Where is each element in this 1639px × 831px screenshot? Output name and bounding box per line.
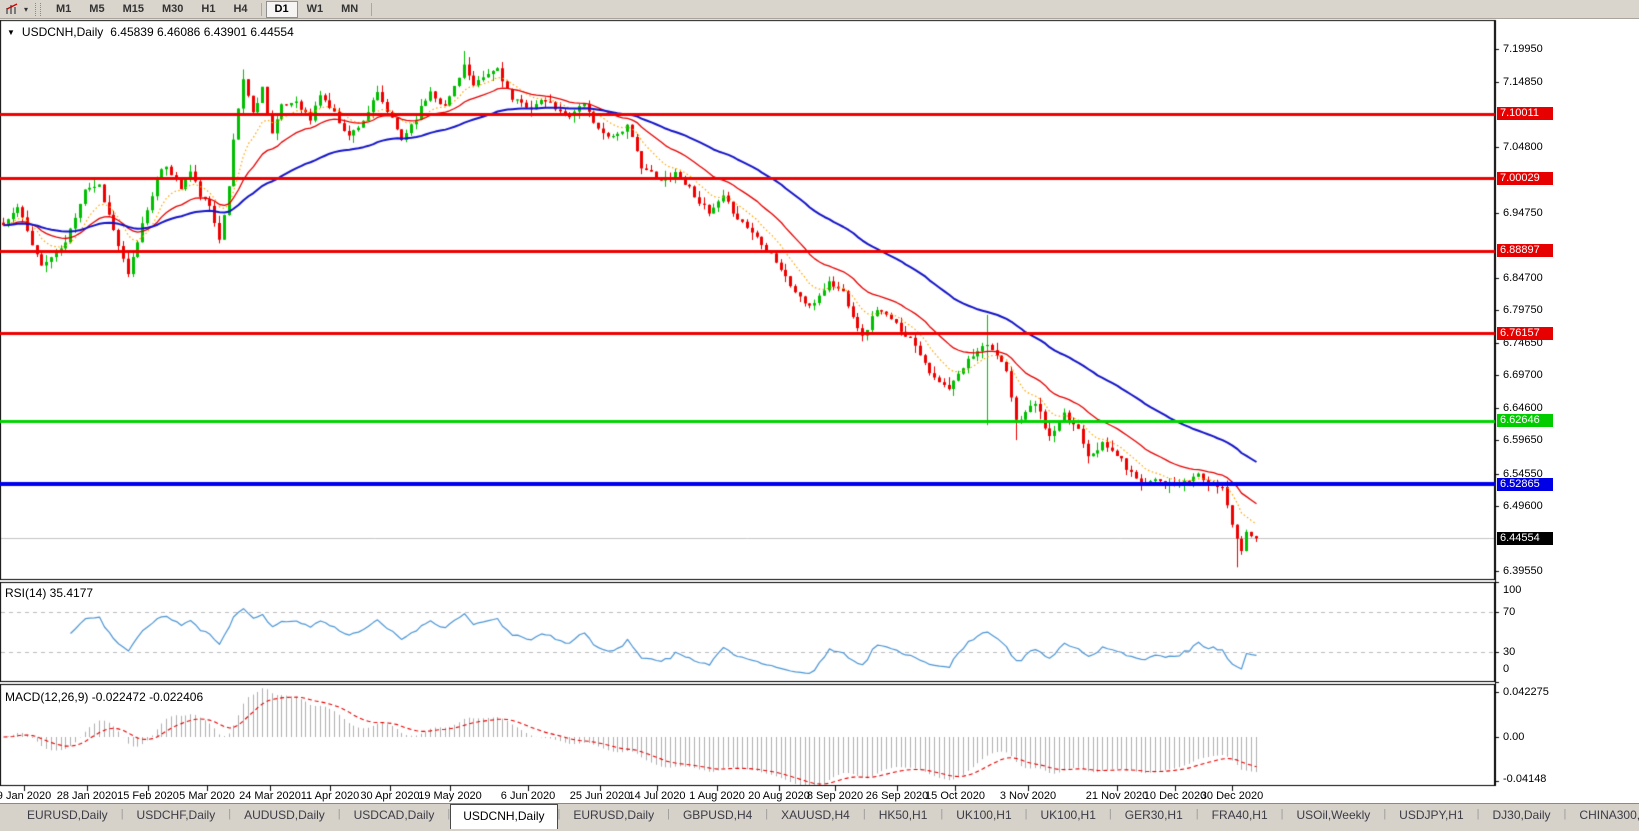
collapse-triangle-icon[interactable]: ▼ xyxy=(7,28,15,37)
tab-eurusd-daily[interactable]: EURUSD,Daily xyxy=(14,804,121,827)
symbol-tab-bar: EURUSD,Daily | USDCHF,Daily | AUDUSD,Daily | U… xyxy=(0,803,1639,831)
tab-usdjpy-h1[interactable]: USDJPY,H1 xyxy=(1386,804,1476,827)
date-axis-label: 24 Mar 2020 xyxy=(239,790,301,802)
price-level-badge: 6.76157 xyxy=(1497,326,1553,340)
rsi-axis-label: 70 xyxy=(1503,606,1516,618)
price-axis-label: 7.04800 xyxy=(1503,141,1543,154)
price-axis-label: 7.14850 xyxy=(1503,76,1543,89)
macd-axis-label: 0.00 xyxy=(1503,731,1525,743)
chart-title: ▼ USDCNH,Daily 6.45839 6.46086 6.43901 6… xyxy=(7,25,294,39)
timeframe-button-d1[interactable]: D1 xyxy=(265,0,298,18)
price-level-badge: 6.62646 xyxy=(1497,414,1553,428)
ohlc-values: 6.45839 6.46086 6.43901 6.44554 xyxy=(110,25,294,39)
symbol-period-label: USDCNH,Daily xyxy=(21,25,104,39)
date-axis-label: 19 May 2020 xyxy=(418,790,482,802)
timeframe-button-m5[interactable]: M5 xyxy=(80,1,113,18)
tab-usdchf-daily[interactable]: USDCHF,Daily xyxy=(124,804,229,827)
tab-usoil-weekly[interactable]: USOil,Weekly xyxy=(1284,804,1384,827)
tab-hk50-h1[interactable]: HK50,H1 xyxy=(866,804,941,827)
tab-fra40-h1[interactable]: FRA40,H1 xyxy=(1199,804,1281,827)
price-level-badge: 6.88897 xyxy=(1497,244,1553,258)
tab-uk100-h1[interactable]: UK100,H1 xyxy=(1028,804,1109,827)
timeframe-button-h4[interactable]: H4 xyxy=(224,1,256,18)
timeframe-button-h1[interactable]: H1 xyxy=(192,1,224,18)
toolbar-grip[interactable] xyxy=(35,2,41,16)
macd-axis-label: -0.04148 xyxy=(1503,773,1547,785)
rsi-indicator-label: RSI(14) 35.4177 xyxy=(5,586,94,600)
rsi-axis-label: 30 xyxy=(1503,646,1516,658)
toolbar-separator xyxy=(260,2,262,16)
macd-indicator-label: MACD(12,26,9) -0.022472 -0.022406 xyxy=(5,690,204,704)
tab-china300-h1[interactable]: CHINA300,H1 xyxy=(1566,804,1639,827)
tab-usdcnh-daily[interactable]: USDCNH,Daily xyxy=(450,804,558,829)
tab-eurusd-daily[interactable]: EURUSD,Daily xyxy=(560,804,667,827)
timeframe-button-m1[interactable]: M1 xyxy=(47,1,80,18)
price-axis-label: 6.39550 xyxy=(1503,564,1543,577)
timeframe-bar: M1 M5 M15 M30 H1 H4 D1 W1 MN xyxy=(47,0,376,18)
tab-xauusd-h4[interactable]: XAUUSD,H4 xyxy=(768,804,863,827)
date-axis-label: 28 Jan 2020 xyxy=(56,790,118,802)
date-axis-label: 14 Jul 2020 xyxy=(628,790,686,802)
rsi-axis-label: 100 xyxy=(1503,584,1522,596)
date-axis-label: 30 Dec 2020 xyxy=(1200,790,1264,802)
timeframe-button-w1[interactable]: W1 xyxy=(298,1,333,18)
tab-ger30-h1[interactable]: GER30,H1 xyxy=(1112,804,1196,827)
price-axis-label: 6.69700 xyxy=(1503,369,1543,382)
price-axis-label: 6.94750 xyxy=(1503,206,1543,219)
date-axis-label: 6 Jun 2020 xyxy=(500,790,556,802)
price-axis-label: 6.64600 xyxy=(1503,402,1543,415)
tab-gbpusd-h4[interactable]: GBPUSD,H4 xyxy=(670,804,765,827)
price-axis-label: 6.49600 xyxy=(1503,499,1543,512)
timeframe-button-m15[interactable]: M15 xyxy=(114,1,153,18)
date-axis-label: 10 Dec 2020 xyxy=(1143,790,1207,802)
date-axis-label: 1 Aug 2020 xyxy=(689,790,745,802)
tab-dj30-daily[interactable]: DJ30,Daily xyxy=(1480,804,1564,827)
date-axis-label: 3 Nov 2020 xyxy=(999,790,1057,802)
toolbar-separator xyxy=(371,2,373,16)
chart-cursor-icon[interactable] xyxy=(3,2,21,16)
mt4-window: ▾ M1 M5 M15 M30 H1 H4 D1 W1 MN ▼ USDCNH,Daily 6.… xyxy=(0,0,1639,831)
date-axis-label: 8 Sep 2020 xyxy=(806,790,864,802)
rsi-axis-label: 0 xyxy=(1503,663,1510,675)
date-axis-label: 11 Apr 2020 xyxy=(300,790,360,802)
date-axis-label: 15 Oct 2020 xyxy=(925,790,985,802)
price-level-badge: 7.00029 xyxy=(1497,171,1553,185)
price-chart-canvas[interactable] xyxy=(0,0,1639,831)
toolbar: ▾ M1 M5 M15 M30 H1 H4 D1 W1 MN xyxy=(0,0,1639,19)
current-price-badge: 6.44554 xyxy=(1497,531,1553,545)
date-axis-label: 5 Mar 2020 xyxy=(179,790,235,802)
tab-audusd-daily[interactable]: AUDUSD,Daily xyxy=(231,804,338,827)
date-axis-label: 15 Feb 2020 xyxy=(117,790,179,802)
price-level-badge: 6.52865 xyxy=(1497,477,1553,491)
tab-usdcad-daily[interactable]: USDCAD,Daily xyxy=(341,804,448,827)
date-axis-label: 20 Aug 2020 xyxy=(748,790,810,802)
price-axis-label: 6.59650 xyxy=(1503,434,1543,447)
date-axis-label: 26 Sep 2020 xyxy=(865,790,929,802)
date-axis-label: 21 Nov 2020 xyxy=(1085,790,1149,802)
price-axis-label: 7.19950 xyxy=(1503,43,1543,56)
timeframe-button-mn[interactable]: MN xyxy=(332,1,367,18)
dropdown-caret-icon[interactable]: ▾ xyxy=(21,5,31,14)
price-level-badge: 7.10011 xyxy=(1497,107,1553,121)
timeframe-button-m30[interactable]: M30 xyxy=(153,1,192,18)
date-axis-label: 30 Apr 2020 xyxy=(360,790,420,802)
tab-uk100-h1[interactable]: UK100,H1 xyxy=(943,804,1024,827)
price-axis-label: 6.79750 xyxy=(1503,303,1543,316)
price-axis-label: 6.84700 xyxy=(1503,271,1543,284)
date-axis-label: 25 Jun 2020 xyxy=(569,790,631,802)
macd-axis-label: 0.042275 xyxy=(1503,686,1549,698)
date-axis-label: 9 Jan 2020 xyxy=(0,790,52,802)
